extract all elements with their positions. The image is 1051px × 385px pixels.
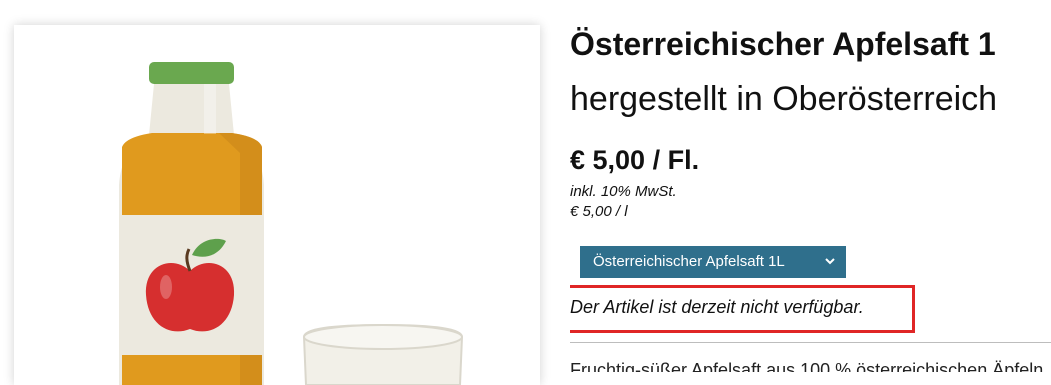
tax-note: inkl. 10% MwSt.	[570, 183, 677, 200]
product-price: € 5,00 / Fl.	[570, 145, 700, 175]
variant-select[interactable]: Österreichischer Apfelsaft 1L	[580, 246, 846, 278]
bottle-cap	[149, 62, 234, 84]
divider	[570, 342, 1051, 343]
apple-icon	[145, 263, 235, 332]
availability-message: Der Artikel ist derzeit nicht verfügbar.	[570, 297, 864, 317]
product-image[interactable]	[14, 25, 540, 385]
unit-price: € 5,00 / l	[570, 203, 628, 220]
chevron-down-icon	[825, 258, 835, 265]
product-subtitle: hergestellt in Oberösterreich	[570, 80, 998, 118]
product-description: Fruchtig-süßer Apfelsaft aus 100 % öster…	[570, 360, 1044, 372]
product-title: Österreichischer Apfelsaft 1	[570, 26, 996, 62]
apple-juice-illustration	[119, 62, 464, 385]
variant-select-value: Österreichischer Apfelsaft 1L	[593, 253, 785, 270]
product-details: Österreichischer Apfelsaft 1 hergestellt…	[570, 0, 1051, 372]
